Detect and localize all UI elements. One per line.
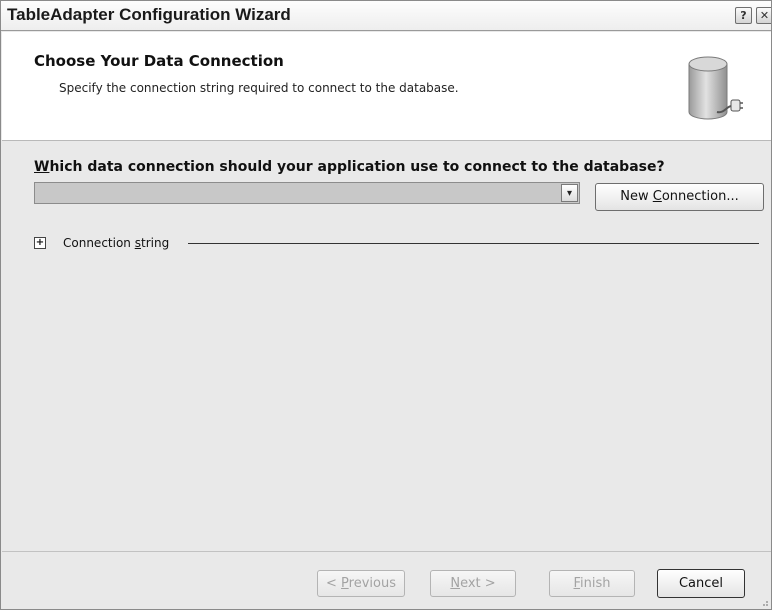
wizard-window: TableAdapter Configuration Wizard ? ✕ Ch… [0, 0, 772, 610]
close-button[interactable]: ✕ [756, 7, 771, 24]
connection-string-label[interactable]: Connection string [63, 236, 169, 250]
question-mnemonic: W [34, 159, 50, 175]
window-title: TableAdapter Configuration Wizard [7, 5, 291, 24]
finish-button[interactable]: Finish [549, 570, 635, 597]
finish-suffix: inish [580, 576, 611, 591]
previous-suffix: revious [348, 576, 396, 591]
data-connection-dropdown[interactable]: ▾ [34, 182, 580, 204]
connection-string-suffix: tring [140, 236, 170, 250]
resize-grip-icon[interactable] [759, 597, 769, 607]
help-button[interactable]: ? [735, 7, 752, 24]
footer-divider [2, 551, 771, 552]
connection-string-section: + Connection string [34, 235, 759, 253]
database-connection-icon [688, 56, 743, 120]
page-title: Choose Your Data Connection [34, 52, 284, 70]
next-suffix: ext > [460, 576, 496, 591]
chevron-down-icon[interactable]: ▾ [561, 184, 578, 202]
expand-plus-icon[interactable]: + [34, 237, 46, 249]
question-text: hich data connection should your applica… [49, 159, 665, 175]
connection-question-label: Which data connection should your applic… [34, 159, 665, 175]
cancel-button[interactable]: Cancel [657, 569, 745, 598]
header-panel: Choose Your Data Connection Specify the … [2, 32, 771, 141]
previous-prefix: < [326, 576, 342, 591]
title-bar[interactable]: TableAdapter Configuration Wizard ? ✕ [1, 1, 771, 31]
connection-string-prefix: Connection [63, 236, 135, 250]
next-button[interactable]: Next > [430, 570, 516, 597]
new-connection-label-suffix: onnection... [661, 189, 739, 204]
section-divider-line [188, 243, 759, 244]
new-connection-mnemonic: C [652, 189, 662, 204]
new-connection-button[interactable]: New Connection... [595, 183, 764, 211]
next-mnemonic: N [450, 576, 461, 591]
previous-mnemonic: P [341, 576, 349, 591]
previous-button[interactable]: < Previous [317, 570, 405, 597]
page-subtitle: Specify the connection string required t… [59, 81, 459, 95]
new-connection-label-prefix: New [620, 189, 653, 204]
